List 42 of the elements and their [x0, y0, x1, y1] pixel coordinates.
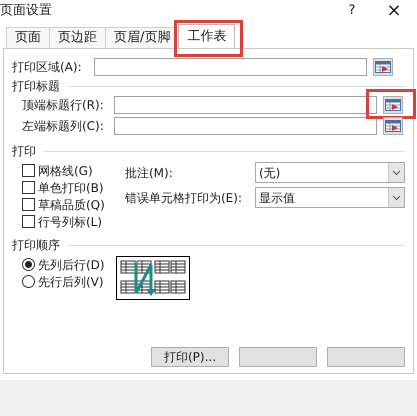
dialog-button[interactable]: 打印(P)... — [151, 347, 229, 367]
field-label: 左端标题列(C): — [22, 118, 105, 135]
dropdown[interactable]: (无) — [255, 162, 405, 183]
tab[interactable]: 工作表 — [178, 24, 236, 48]
radio-label: 先列后行(D) — [38, 256, 105, 274]
range-select-button[interactable] — [383, 96, 403, 114]
input-field[interactable] — [94, 58, 367, 76]
chevron-down-icon — [392, 194, 401, 200]
range-select-icon — [385, 120, 401, 132]
highlight-frame — [174, 20, 244, 57]
range-select-button[interactable] — [373, 58, 393, 76]
range-select-icon — [385, 99, 401, 111]
field-label: 顶端标题行(R): — [22, 97, 105, 114]
range-select-icon — [375, 61, 391, 73]
checkbox-label: 单色打印(B) — [38, 180, 104, 196]
checkbox-label: 草稿品质(Q) — [38, 196, 105, 214]
checkbox[interactable] — [22, 198, 35, 211]
input-field[interactable] — [114, 117, 377, 135]
section-heading: 打印标题 — [12, 78, 60, 95]
field-label: 批注(M): — [125, 164, 174, 182]
section-heading: 打印顺序 — [12, 237, 60, 254]
section-heading: 打印 — [12, 143, 36, 160]
checkbox-label: 行号列标(L) — [38, 214, 102, 230]
checkbox[interactable] — [22, 215, 35, 228]
checkbox[interactable] — [22, 164, 35, 177]
tab[interactable]: 页边距 — [49, 27, 106, 48]
input-field[interactable] — [114, 96, 377, 114]
tab[interactable]: 页眉/页脚 — [105, 27, 180, 48]
range-select-button[interactable] — [383, 117, 403, 135]
window-title: 页面设置 — [0, 2, 53, 20]
field-label: 打印区域(A): — [12, 59, 83, 76]
close-button[interactable]: × — [377, 2, 411, 20]
field-label: 错误单元格打印为(E): — [125, 190, 243, 206]
radio-label: 先行后列(V) — [38, 274, 104, 290]
chevron-down-icon — [392, 170, 401, 176]
help-button[interactable]: ? — [337, 1, 367, 21]
checkbox[interactable] — [22, 181, 35, 194]
radio-button[interactable] — [22, 275, 35, 288]
checkbox-label: 网格线(G) — [38, 162, 93, 180]
radio-button[interactable] — [22, 258, 35, 271]
dropdown[interactable]: 显示值 — [255, 187, 405, 208]
tab[interactable]: 页面 — [6, 27, 50, 48]
